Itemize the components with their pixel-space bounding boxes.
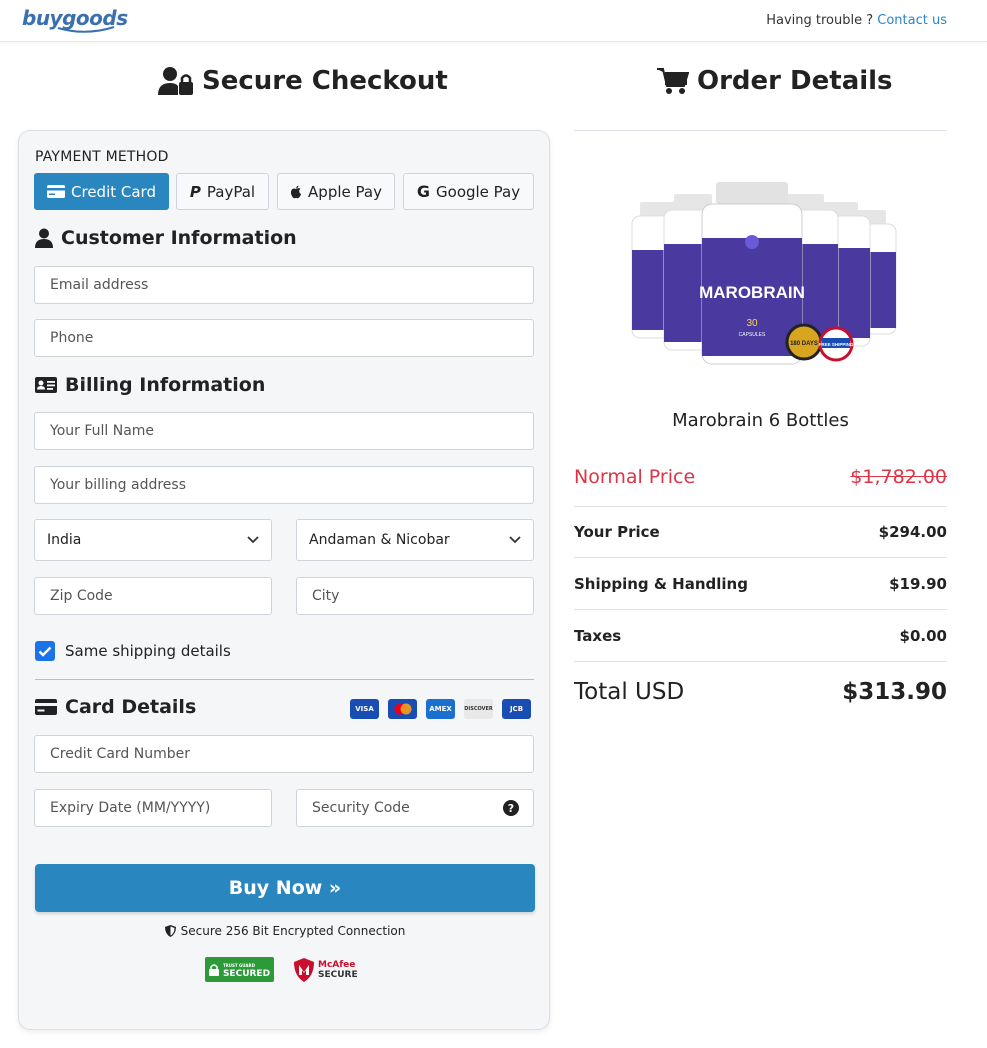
apple-icon xyxy=(290,185,302,198)
accepted-cards: VISA AMEX DISCOVER JCB xyxy=(350,699,531,719)
amex-icon: AMEX xyxy=(426,699,455,719)
google-pay-tab[interactable]: G Google Pay xyxy=(403,173,534,210)
svg-text:30: 30 xyxy=(746,318,758,329)
lock-icon xyxy=(208,963,219,976)
billing-address-field[interactable]: Your billing address xyxy=(34,466,534,504)
jcb-icon: JCB xyxy=(502,699,531,719)
user-icon xyxy=(35,228,53,248)
full-name-field[interactable]: Your Full Name xyxy=(34,412,534,450)
svg-text:MAROBRAIN: MAROBRAIN xyxy=(699,283,805,302)
expiry-date-field[interactable]: Expiry Date (MM/YYYY) xyxy=(34,789,272,827)
city-field[interactable]: City xyxy=(296,577,534,615)
chevron-down-icon xyxy=(509,536,521,544)
user-lock-icon xyxy=(158,67,193,95)
taxes-row: Taxes $0.00 xyxy=(574,627,947,645)
row-divider xyxy=(574,609,947,610)
same-shipping-checkbox[interactable] xyxy=(35,641,55,661)
shield-icon xyxy=(164,925,176,937)
security-code-field[interactable]: Security Code xyxy=(296,789,534,827)
card-details-title: Card Details xyxy=(35,696,196,718)
secure-checkout-heading: Secure Checkout xyxy=(158,66,448,96)
customer-information-title: Customer Information xyxy=(35,227,297,249)
trust-guard-badge: TRUST GUARD SECURED xyxy=(205,957,274,982)
svg-text:180 DAYS: 180 DAYS xyxy=(790,341,818,347)
country-select[interactable]: India xyxy=(34,519,272,561)
order-details-heading: Order Details xyxy=(657,66,893,96)
section-divider xyxy=(35,679,534,680)
product-image: MAROBRAIN 30 CAPSULES 180 DAYS FREE SHIP… xyxy=(631,182,897,365)
zip-code-field[interactable]: Zip Code xyxy=(34,577,272,615)
email-field[interactable]: Email address xyxy=(34,266,534,304)
paypal-tab[interactable]: P PayPal xyxy=(176,173,269,210)
credit-card-icon xyxy=(47,185,66,198)
question-circle-icon[interactable]: ? xyxy=(503,800,519,816)
phone-field[interactable]: Phone xyxy=(34,319,534,357)
apple-pay-tab[interactable]: Apple Pay xyxy=(277,173,395,210)
security-badges: TRUST GUARD SECURED McAfee SECURE xyxy=(205,957,358,982)
help-line: Having trouble ? Contact us xyxy=(766,13,947,28)
credit-card-icon xyxy=(35,699,57,715)
billing-information-title: Billing Information xyxy=(35,374,265,396)
row-divider xyxy=(574,557,947,558)
svg-text:CAPSULES: CAPSULES xyxy=(739,332,766,338)
checkout-form-card: PAYMENT METHOD Credit Card P PayPal Appl… xyxy=(18,130,550,1030)
total-row: Total USD $313.90 xyxy=(574,679,947,705)
shopping-cart-icon xyxy=(657,68,689,94)
paypal-icon: P xyxy=(189,182,201,201)
credit-card-tab[interactable]: Credit Card xyxy=(34,173,169,210)
row-divider xyxy=(574,661,947,662)
same-shipping-checkbox-row[interactable]: Same shipping details xyxy=(35,641,231,661)
discover-icon: DISCOVER xyxy=(464,699,493,719)
mcafee-secure-badge: McAfee SECURE xyxy=(294,957,358,982)
row-divider xyxy=(574,506,947,507)
state-select[interactable]: Andaman & Nicobar xyxy=(296,519,534,561)
mastercard-icon xyxy=(388,699,417,719)
secure-connection-note: Secure 256 Bit Encrypted Connection xyxy=(19,924,551,938)
your-price-row: Your Price $294.00 xyxy=(574,523,947,541)
card-number-field[interactable]: Credit Card Number xyxy=(34,735,534,773)
mcafee-shield-icon xyxy=(294,957,314,982)
order-details-divider xyxy=(574,130,947,131)
google-icon: G xyxy=(416,182,431,201)
contact-us-link[interactable]: Contact us xyxy=(877,13,947,28)
checkmark-icon xyxy=(38,646,52,657)
logo-swoosh-icon xyxy=(57,26,115,33)
normal-price-row: Normal Price $1,782.00 xyxy=(574,466,947,488)
address-card-icon xyxy=(35,377,57,393)
shipping-row: Shipping & Handling $19.90 xyxy=(574,575,947,593)
top-bar: buygoods Having trouble ? Contact us xyxy=(0,0,987,42)
visa-icon: VISA xyxy=(350,699,379,719)
product-name: Marobrain 6 Bottles xyxy=(672,410,849,431)
buy-now-button[interactable]: Buy Now » xyxy=(35,864,535,912)
chevron-down-icon xyxy=(247,536,259,544)
svg-text:FREE SHIPPING: FREE SHIPPING xyxy=(819,342,854,347)
payment-method-label: PAYMENT METHOD xyxy=(35,149,169,165)
